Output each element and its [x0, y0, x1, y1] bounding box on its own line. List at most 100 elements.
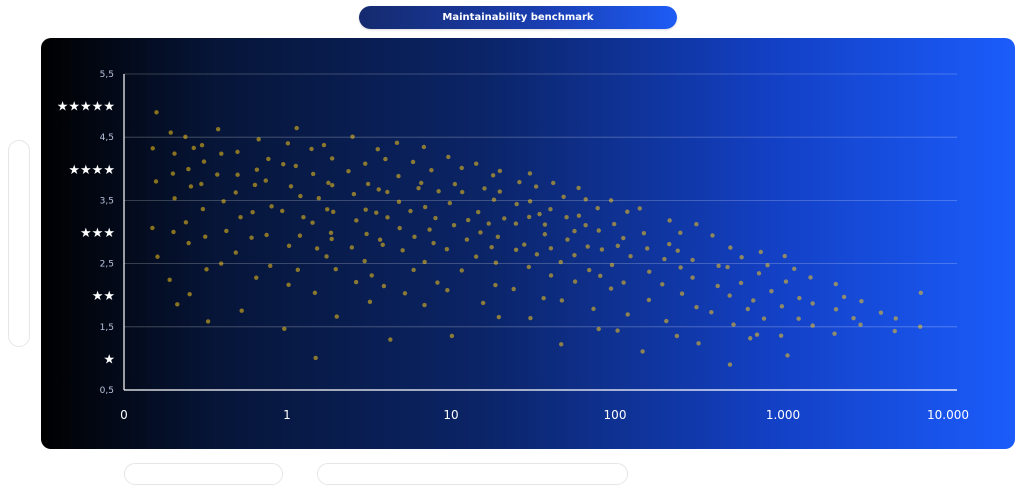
data-point — [365, 181, 371, 187]
data-point — [841, 294, 847, 300]
data-point — [380, 242, 385, 248]
data-point — [727, 362, 733, 367]
data-point — [168, 130, 173, 135]
scatter-chart: 0,51,52,53,54,55,5 0 1 10 100 1.000 10.000 ★★… — [57, 70, 969, 422]
data-point — [690, 257, 695, 263]
data-point — [313, 355, 318, 361]
bottom-control-left[interactable] — [124, 463, 283, 485]
data-point — [459, 268, 464, 273]
data-point — [449, 333, 455, 339]
data-point — [429, 167, 434, 173]
data-point — [561, 194, 566, 199]
data-point — [249, 235, 254, 240]
data-point — [558, 342, 564, 347]
data-point — [436, 189, 441, 194]
data-point — [254, 167, 260, 172]
data-point — [363, 207, 368, 212]
data-point — [316, 196, 321, 201]
data-point — [493, 282, 498, 288]
x-tick-label: 10 — [443, 408, 458, 422]
data-point — [565, 237, 570, 242]
data-point — [598, 273, 603, 279]
data-points — [150, 110, 924, 367]
data-point — [446, 154, 451, 160]
data-point — [221, 199, 226, 204]
data-point — [576, 185, 581, 191]
data-point — [374, 210, 379, 215]
data-point — [576, 213, 582, 218]
data-point — [526, 214, 532, 220]
data-point — [646, 297, 652, 303]
data-point — [696, 341, 701, 346]
y-tick-label: 4,5 — [100, 133, 114, 143]
data-point — [859, 298, 864, 304]
data-point — [171, 229, 176, 235]
data-point — [286, 243, 292, 249]
data-point — [558, 259, 563, 265]
data-point — [542, 232, 548, 237]
data-point — [513, 221, 519, 226]
data-point — [350, 134, 355, 139]
data-point — [383, 156, 388, 162]
data-point — [264, 232, 269, 238]
data-point — [694, 221, 699, 227]
data-point — [172, 151, 177, 156]
data-point — [459, 189, 465, 195]
data-point — [551, 180, 556, 186]
x-tick-label: 10.000 — [927, 408, 969, 422]
data-point — [779, 304, 785, 309]
side-panel-handle[interactable] — [8, 140, 30, 347]
data-point — [738, 280, 744, 286]
data-point — [640, 349, 645, 354]
data-point — [609, 262, 615, 268]
data-point — [188, 184, 194, 189]
data-point — [599, 247, 605, 252]
grid-lines — [124, 73, 957, 328]
data-point — [572, 252, 577, 258]
data-point — [235, 149, 240, 155]
data-point — [858, 322, 863, 327]
bottom-control-right[interactable] — [317, 463, 628, 485]
data-point — [204, 267, 209, 272]
data-point — [252, 182, 258, 188]
data-point — [385, 215, 390, 220]
data-point — [219, 151, 224, 156]
data-point — [150, 146, 155, 151]
data-point — [385, 189, 390, 195]
data-point — [239, 308, 244, 313]
data-point — [353, 279, 359, 285]
data-point — [491, 197, 497, 202]
data-point — [199, 181, 204, 187]
data-point — [199, 142, 205, 148]
data-point — [621, 235, 626, 241]
data-point — [433, 215, 438, 221]
data-point — [476, 209, 481, 215]
y-tick-label: 1,5 — [100, 323, 114, 333]
star-rating-label: ★★ — [92, 289, 115, 304]
data-point — [611, 221, 617, 227]
data-point — [329, 236, 334, 242]
data-point — [422, 204, 428, 210]
data-point — [186, 166, 191, 172]
data-point — [783, 279, 789, 284]
data-point — [493, 260, 499, 265]
data-point — [150, 225, 155, 231]
data-point — [785, 353, 790, 358]
data-point — [268, 263, 273, 269]
data-point — [256, 137, 261, 142]
data-point — [731, 322, 736, 327]
data-point — [473, 254, 479, 259]
data-point — [709, 310, 714, 315]
data-point — [761, 316, 767, 321]
data-point — [235, 172, 240, 177]
data-point — [416, 185, 421, 191]
data-point — [215, 127, 221, 132]
data-point — [329, 156, 335, 161]
data-point — [810, 323, 815, 328]
data-point — [333, 266, 338, 272]
x-tick-label: 1.000 — [766, 408, 800, 422]
data-point — [559, 298, 565, 303]
data-point — [765, 263, 770, 268]
data-point — [778, 333, 784, 338]
data-point — [517, 179, 522, 185]
